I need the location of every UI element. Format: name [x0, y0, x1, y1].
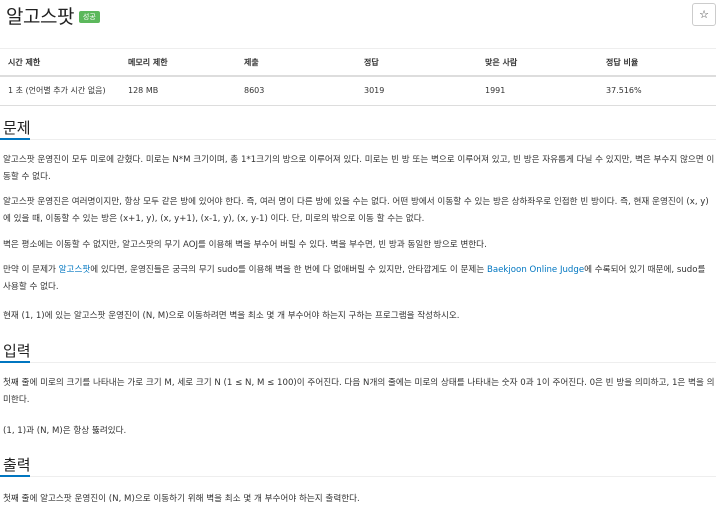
- cell-submissions: 8603: [236, 76, 356, 106]
- problem-paragraph-3: 벽은 평소에는 이동할 수 없지만, 알고스팟의 무기 AOJ를 이용해 벽을 …: [3, 240, 487, 250]
- input-paragraph-2: (1, 1)과 (N, M)은 항상 뚫려있다.: [3, 426, 127, 436]
- problem-section-divider: [0, 139, 716, 140]
- header-time-limit: 시간 제한: [0, 48, 120, 77]
- table-header-row: 시간 제한 메모리 제한 제출 정답 맞은 사람 정답 비율: [0, 48, 716, 77]
- header-submissions: 제출: [236, 48, 356, 77]
- output-section-title: 출력: [3, 456, 31, 474]
- status-badge: 성공: [78, 10, 100, 23]
- problem-info-table: 시간 제한 메모리 제한 제출 정답 맞은 사람 정답 비율 1 초 (언어별 …: [0, 48, 716, 106]
- problem-section-title: 문제: [3, 119, 31, 137]
- input-paragraph-1: 첫째 줄에 미로의 크기를 나타내는 가로 크기 M, 세로 크기 N (1 ≤…: [3, 378, 715, 405]
- problem-page: 알고스팟 성공 ☆ 시간 제한 메모리 제한 제출 정답 맞은 사람 정답 비율…: [0, 0, 720, 515]
- problem-paragraph-1: 알고스팟 운영진이 모두 미로에 갇혔다. 미로는 N*M 크기이며, 총 1*…: [3, 155, 715, 182]
- input-section-divider: [0, 362, 716, 363]
- output-paragraph-1: 첫째 줄에 알고스팟 운영진이 (N, M)으로 이동하기 위해 벽을 최소 몇…: [3, 494, 360, 504]
- input-section-accent: [0, 361, 30, 363]
- problem-paragraph-2: 알고스팟 운영진은 여러명이지만, 항상 모두 같은 방에 있어야 한다. 즉,…: [3, 197, 709, 224]
- problem-paragraph-5: 현재 (1, 1)에 있는 알고스팟 운영진이 (N, M)으로 이동하려면 벽…: [3, 311, 460, 321]
- cell-time-limit: 1 초 (언어별 추가 시간 없음): [0, 76, 120, 106]
- table-row: 1 초 (언어별 추가 시간 없음) 128 MB 8603 3019 1991…: [0, 76, 716, 106]
- header-memory-limit: 메모리 제한: [120, 48, 236, 77]
- star-icon: ☆: [699, 8, 709, 21]
- header-accepted: 정답: [356, 48, 477, 77]
- p4-text-a: 만약 이 문제가: [3, 265, 59, 275]
- output-section-accent: [0, 475, 30, 477]
- problem-title: 알고스팟: [6, 6, 74, 28]
- cell-memory-limit: 128 MB: [120, 76, 236, 106]
- algospot-link[interactable]: 알고스팟: [59, 265, 91, 275]
- input-section-title: 입력: [3, 342, 31, 360]
- cell-solvers: 1991: [477, 76, 598, 106]
- header-solvers: 맞은 사람: [477, 48, 598, 77]
- cell-accepted: 3019: [356, 76, 477, 106]
- problem-section-accent: [0, 138, 30, 140]
- boj-link[interactable]: Baekjoon Online Judge: [487, 265, 584, 275]
- output-section-divider: [0, 476, 716, 477]
- p4-text-b: 에 있다면, 운영진들은 궁극의 무기 sudo를 이용해 벽을 한 번에 다 …: [90, 265, 487, 275]
- star-button[interactable]: ☆: [692, 3, 716, 26]
- cell-ratio: 37.516%: [598, 76, 716, 106]
- problem-paragraph-4: 만약 이 문제가 알고스팟에 있다면, 운영진들은 궁극의 무기 sudo를 이…: [3, 262, 715, 296]
- header-ratio: 정답 비율: [598, 48, 716, 77]
- title-row: 알고스팟 성공: [6, 2, 100, 29]
